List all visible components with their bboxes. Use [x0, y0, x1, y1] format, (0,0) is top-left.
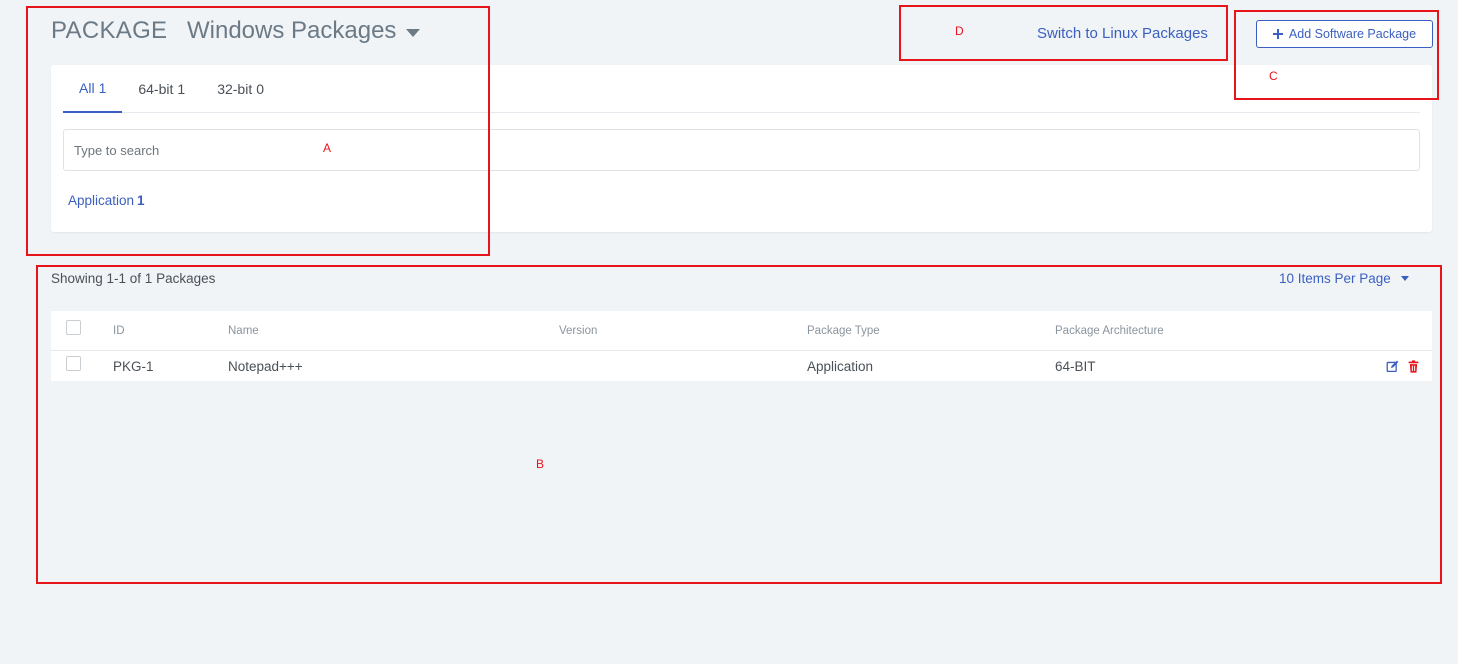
- annotation-label-a: A: [323, 141, 332, 155]
- annotation-label-b: B: [536, 457, 545, 471]
- annotation-box-c: [1234, 10, 1439, 100]
- annotation-box-b: [36, 265, 1442, 584]
- annotation-box-a: [26, 6, 490, 256]
- annotation-label-c: C: [1269, 69, 1278, 83]
- annotation-label-d: D: [955, 24, 964, 38]
- annotation-box-d: [899, 5, 1228, 61]
